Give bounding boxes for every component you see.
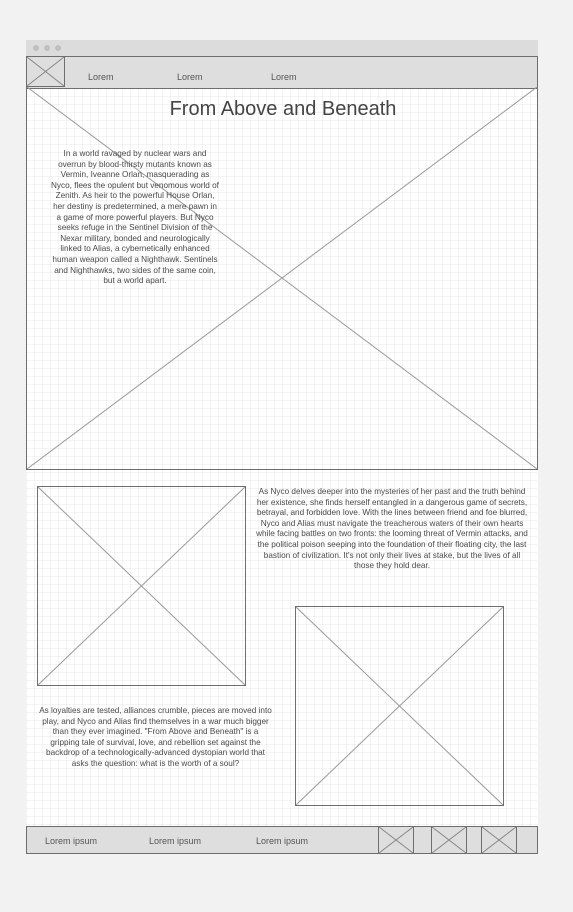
- window-titlebar: [26, 40, 538, 56]
- footer-link-1[interactable]: Lorem ipsum: [45, 836, 97, 846]
- window-close-dot[interactable]: [33, 45, 39, 51]
- window-maximize-dot[interactable]: [55, 45, 61, 51]
- footer-link-3[interactable]: Lorem ipsum: [256, 836, 308, 846]
- hero-image-placeholder: From Above and Beneath In a world ravage…: [26, 87, 538, 470]
- section-paragraph-left: As loyalties are tested, alliances crumb…: [39, 706, 272, 768]
- footer-social-placeholder-3[interactable]: [481, 826, 517, 854]
- image-placeholder-left: [37, 486, 246, 686]
- window-minimize-dot[interactable]: [44, 45, 50, 51]
- footer-social-placeholder-2[interactable]: [431, 826, 467, 854]
- footer-link-2[interactable]: Lorem ipsum: [149, 836, 201, 846]
- nav-link-3[interactable]: Lorem: [271, 72, 297, 82]
- section-paragraph-right: As Nyco delves deeper into the mysteries…: [256, 487, 528, 571]
- hero-paragraph: In a world ravaged by nuclear wars and o…: [51, 149, 219, 286]
- logo-image-placeholder[interactable]: [26, 56, 65, 87]
- top-navbar: Lorem Lorem Lorem: [26, 56, 538, 89]
- nav-link-1[interactable]: Lorem: [88, 72, 114, 82]
- footer-bar: Lorem ipsum Lorem ipsum Lorem ipsum: [26, 826, 538, 854]
- hero-title: From Above and Beneath: [169, 98, 397, 120]
- nav-link-2[interactable]: Lorem: [177, 72, 203, 82]
- image-placeholder-right: [295, 606, 504, 806]
- footer-social-placeholder-1[interactable]: [378, 826, 414, 854]
- browser-window: Lorem Lorem Lorem From Above and Beneath…: [26, 40, 538, 854]
